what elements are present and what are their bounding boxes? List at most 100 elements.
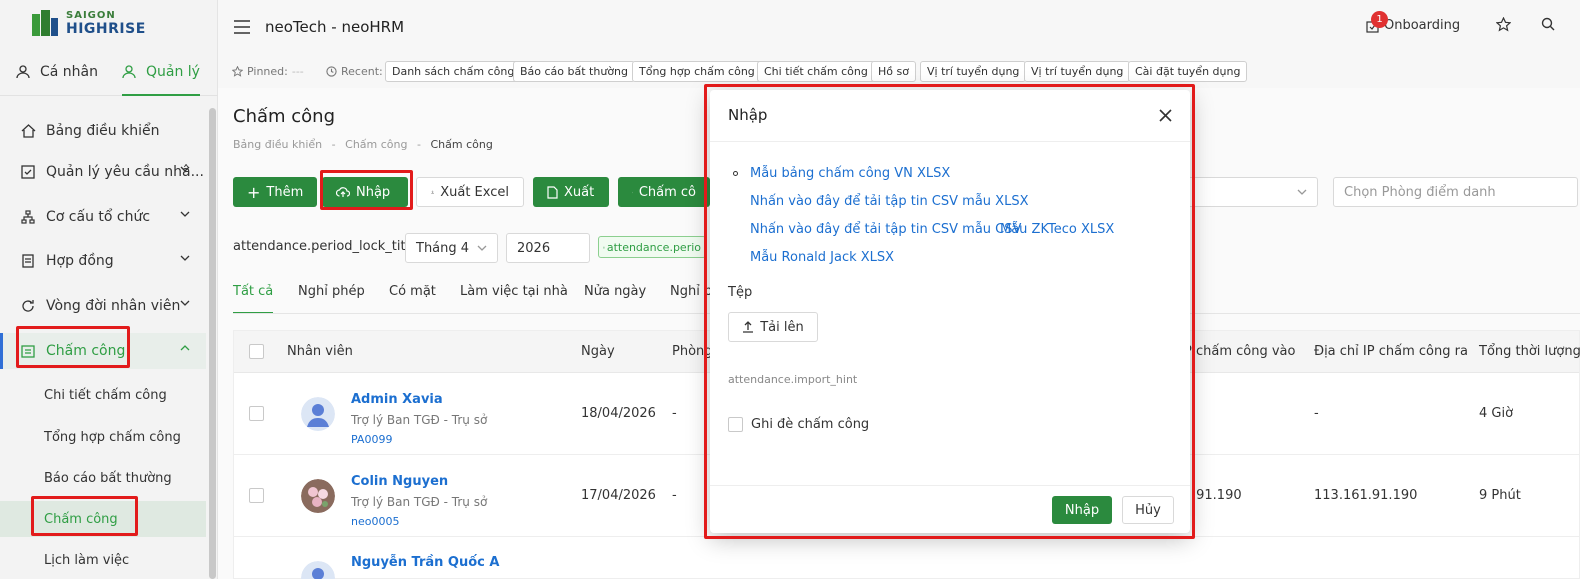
export-excel-button[interactable]: Xuất Excel	[416, 177, 524, 207]
cell-room: -	[672, 406, 677, 421]
employee-name[interactable]: Nguyễn Trần Quốc A	[351, 555, 499, 570]
template-link-vn[interactable]: Mẫu bảng chấm công VN XLSX	[750, 166, 950, 181]
breadcrumb: Bảng điều khiển - Chấm công - Chấm công	[233, 138, 493, 151]
sidebar-subitem-attendance[interactable]: Chấm công	[0, 501, 206, 537]
company-logo[interactable]: SAIGON HIGHRISE	[30, 8, 150, 38]
add-button-label: Thêm	[266, 184, 304, 200]
menu-icon[interactable]	[234, 20, 250, 34]
org-chart-icon	[20, 209, 36, 225]
employee-name[interactable]: Colin Nguyen	[351, 474, 448, 489]
template-link-ronald-jack[interactable]: Mẫu Ronald Jack XLSX	[750, 250, 894, 265]
column-header[interactable]: Phòng	[672, 344, 713, 359]
close-button[interactable]	[1155, 105, 1175, 125]
tab-personal[interactable]: Cá nhân	[16, 64, 98, 80]
sidebar-item-requests[interactable]: Quản lý yêu cầu nhâ...	[0, 154, 206, 190]
import-button-label: Nhập	[356, 184, 391, 200]
cell-total: 9 Phút	[1479, 488, 1521, 503]
sidebar-subitem-work-schedule[interactable]: Lịch làm việc	[0, 542, 206, 578]
tab-all[interactable]: Tất cả	[233, 284, 274, 314]
refresh-icon	[20, 298, 36, 314]
tab-remote[interactable]: Làm việc tại nhà	[460, 284, 568, 299]
upload-button[interactable]: Tải lên	[728, 312, 818, 342]
filter-select[interactable]	[1178, 177, 1318, 207]
template-link-csv-csv[interactable]: Nhấn vào đây để tải tập tin CSV mẫu CSV	[750, 222, 1021, 237]
breadcrumb-item[interactable]: Chấm công	[345, 138, 407, 151]
column-header[interactable]: Nhân viên	[287, 344, 353, 359]
month-value: Tháng 4	[416, 240, 470, 256]
chevron-down-icon	[180, 211, 190, 217]
row-checkbox[interactable]	[249, 488, 264, 503]
cell-total: 4 Giờ	[1479, 406, 1514, 421]
cell-ip-in: .91.190	[1192, 488, 1242, 503]
sidebar-subitem-anomaly-report[interactable]: Báo cáo bất thường	[0, 460, 206, 496]
room-select[interactable]: Chọn Phòng điểm danh	[1333, 177, 1578, 207]
timesheet-button[interactable]: Chấm cô	[618, 177, 710, 207]
chevron-down-icon	[477, 245, 487, 251]
close-icon	[1158, 108, 1172, 122]
recent-bar: Pinned: --- Recent: Danh sách chấm công …	[218, 56, 1580, 88]
timesheet-button-label: Chấm cô	[638, 184, 696, 200]
avatar	[301, 561, 335, 579]
tab-leave[interactable]: Nghỉ phép	[298, 284, 365, 299]
recent-chip[interactable]: Hồ sơ	[871, 61, 916, 82]
import-modal: Nhập Mẫu bảng chấm công VN XLSX Nhấn vào…	[710, 90, 1190, 533]
template-link-csv-xlsx[interactable]: Nhấn vào đây để tải tập tin CSV mẫu XLSX	[750, 194, 1028, 209]
import-button[interactable]: Nhập	[322, 177, 408, 207]
sidebar-item-label: Hợp đồng	[46, 253, 114, 269]
overwrite-checkbox[interactable]	[728, 417, 743, 432]
tab-personal-label: Cá nhân	[40, 64, 99, 80]
confirm-import-button[interactable]: Nhập	[1052, 496, 1112, 524]
sidebar-subitem-attendance-summary[interactable]: Tổng hợp chấm công	[0, 419, 206, 455]
employee-name[interactable]: Admin Xavia	[351, 392, 443, 407]
user-icon	[16, 65, 30, 79]
recent-chip[interactable]: Cài đặt tuyển dụng	[1128, 61, 1248, 82]
tab-half-day[interactable]: Nửa ngày	[584, 284, 646, 299]
clock-icon	[326, 66, 337, 77]
employee-code[interactable]: PA0099	[351, 433, 392, 446]
add-button[interactable]: + Thêm	[233, 177, 317, 207]
recent-chip[interactable]: Danh sách chấm công	[385, 61, 522, 82]
sidebar-item-contracts[interactable]: Hợp đồng	[0, 243, 206, 279]
row-checkbox[interactable]	[249, 406, 264, 421]
sidebar-item-label: Chấm công	[46, 343, 126, 359]
select-all-checkbox[interactable]	[249, 344, 264, 359]
breadcrumb-item[interactable]: Bảng điều khiển	[233, 138, 322, 151]
overwrite-option[interactable]: Ghi đè chấm công	[728, 417, 869, 432]
recent-chip[interactable]: Vị trí tuyển dụng	[1024, 61, 1131, 82]
template-link-zkteco[interactable]: Mẫu ZKTeco XLSX	[1000, 222, 1114, 237]
sidebar-subitem-label: Tổng hợp chấm công	[44, 429, 181, 445]
cancel-label: Hủy	[1135, 502, 1161, 518]
confirm-import-label: Nhập	[1064, 502, 1100, 518]
search-icon[interactable]	[1541, 17, 1555, 31]
chevron-up-icon	[180, 345, 190, 351]
star-icon[interactable]	[1496, 17, 1511, 32]
column-header[interactable]: Ngày	[581, 344, 615, 359]
sidebar-item-org-structure[interactable]: Cơ cấu tổ chức	[0, 199, 206, 235]
month-select[interactable]: Tháng 4	[405, 233, 498, 263]
tab-manage[interactable]: Quản lý	[122, 64, 200, 96]
top-bar: neoTech - neoHRM Onboarding 1	[218, 0, 1580, 56]
column-header[interactable]: P chấm công vào	[1184, 344, 1295, 359]
sidebar-subitem-attendance-detail[interactable]: Chi tiết chấm công	[0, 377, 206, 413]
recent-chip[interactable]: Chi tiết chấm công	[757, 61, 875, 82]
tab-present[interactable]: Có mặt	[389, 284, 436, 299]
year-input[interactable]: 2026	[506, 233, 590, 263]
recent-section: Recent:	[326, 65, 383, 78]
tab-other[interactable]: Nghỉ b	[670, 284, 712, 299]
sidebar-subitem-label: Chấm công	[44, 511, 118, 527]
star-icon	[232, 66, 243, 77]
recent-chip[interactable]: Tổng hợp chấm công	[632, 61, 762, 82]
recent-chip[interactable]: Vị trí tuyển dụng	[920, 61, 1027, 82]
sidebar-item-employee-lifecycle[interactable]: Vòng đời nhân viên	[0, 288, 206, 324]
employee-code[interactable]: neo0005	[351, 515, 399, 528]
cancel-button[interactable]: Hủy	[1122, 496, 1174, 524]
recent-chip[interactable]: Báo cáo bất thường	[513, 61, 636, 82]
column-header[interactable]: Địa chỉ IP chấm công ra	[1314, 344, 1468, 359]
sidebar-item-attendance[interactable]: Chấm công	[0, 333, 206, 369]
table-row[interactable]: Nguyễn Trần Quốc A	[234, 537, 1579, 579]
period-lock-tag[interactable]: attendance.perio	[598, 236, 706, 258]
column-header[interactable]: Tổng thời lượng	[1479, 344, 1580, 359]
sidebar-scrollbar[interactable]	[209, 108, 216, 579]
export-button[interactable]: Xuất	[533, 177, 609, 207]
sidebar-item-dashboard[interactable]: Bảng điều khiển	[0, 113, 206, 149]
